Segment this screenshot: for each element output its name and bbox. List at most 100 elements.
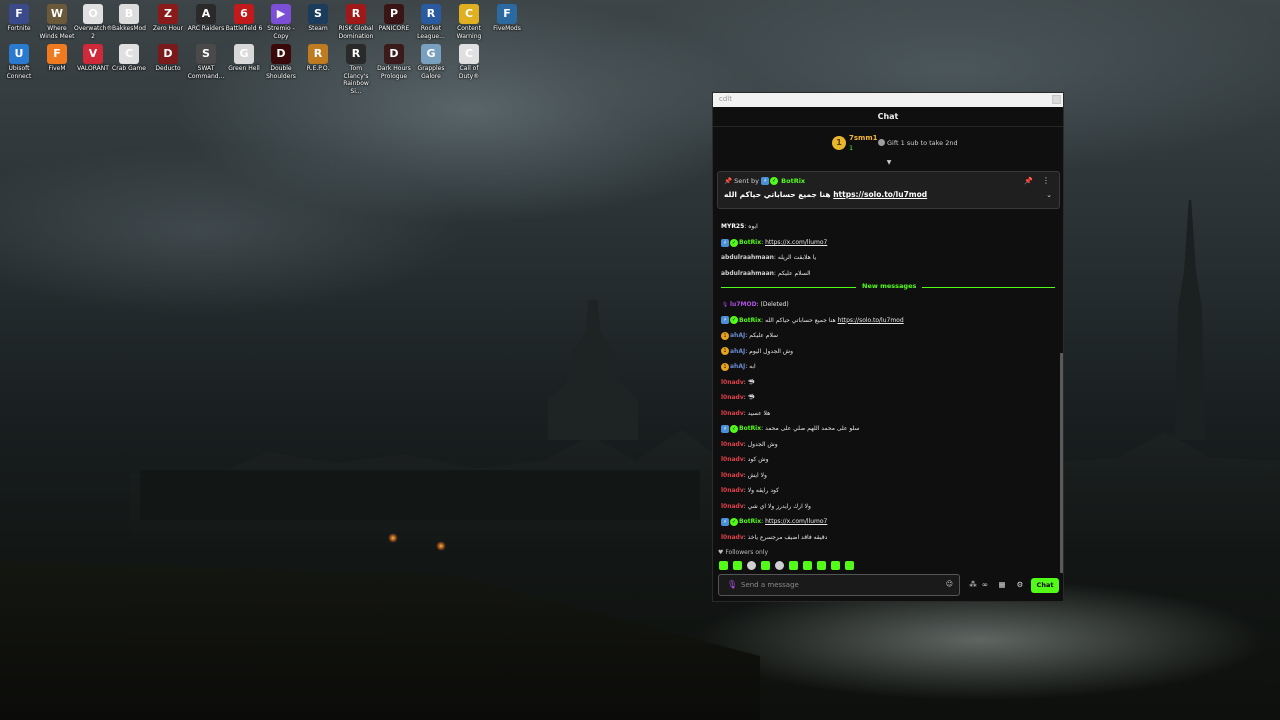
desktop-shortcut[interactable]: G Green Hell	[225, 42, 263, 73]
chat-message[interactable]: l0nadv: ولا ارك رايدرز ولا اي شي	[721, 501, 811, 513]
chat-username[interactable]: l0nadv	[721, 441, 744, 448]
microphone-icon[interactable]: 🎙	[727, 580, 737, 589]
send-chat-button[interactable]: Chat	[1031, 578, 1059, 593]
desktop-shortcut[interactable]: C Call of Duty®	[450, 42, 488, 80]
chat-message[interactable]: 1 ahAJ: وش الجدول اليوم	[721, 346, 793, 358]
chat-message[interactable]: l0nadv: ولا ايش	[721, 470, 767, 482]
chat-username[interactable]: l0nadv	[721, 534, 744, 541]
chat-scrollbar[interactable]	[1060, 353, 1063, 573]
desktop-shortcut[interactable]: G Grapples Galore	[412, 42, 450, 80]
desktop-shortcut[interactable]: A ARC Raiders	[187, 2, 225, 33]
desktop-shortcut[interactable]: C Content Warning	[450, 2, 488, 40]
chat-message-link[interactable]: https://x.com/llumo7	[765, 239, 827, 246]
chat-message-input[interactable]	[741, 578, 941, 592]
desktop-shortcut[interactable]: D Deducto	[149, 42, 187, 73]
chat-message[interactable]: 1 ahAJ: ابه	[721, 361, 756, 373]
unpin-icon[interactable]: 📌	[1024, 177, 1033, 185]
desktop-shortcut[interactable]: O Overwatch® 2	[74, 2, 112, 40]
emote-icon[interactable]	[831, 561, 840, 570]
store-icon[interactable]: ▦	[996, 580, 1008, 589]
chat-input-box[interactable]: 🎙 ☺	[718, 574, 960, 596]
chat-message[interactable]: 🎙 lu7MOD: (Deleted)	[721, 299, 789, 311]
emote-icon[interactable]	[803, 561, 812, 570]
desktop-shortcut[interactable]: B BakkesMod	[110, 2, 148, 33]
chat-username[interactable]: l0nadv	[721, 379, 744, 386]
chat-message[interactable]: 1 ahAJ: سلام عليكم	[721, 330, 778, 342]
desktop-shortcut[interactable]: S Steam	[299, 2, 337, 33]
emote-icon[interactable]	[719, 561, 728, 570]
desktop-shortcut[interactable]: D Dark Hours Prologue	[375, 42, 413, 80]
chat-message[interactable]: ⚡ ✓ BotRix: https://x.com/llumo7	[721, 237, 827, 249]
chat-username[interactable]: MYR25	[721, 223, 744, 230]
emote-icon[interactable]	[817, 561, 826, 570]
chat-username[interactable]: l0nadv	[721, 487, 744, 494]
settings-gear-icon[interactable]: ⚙	[1014, 580, 1026, 589]
emote-icon[interactable]	[845, 561, 854, 570]
chat-message[interactable]: l0nadv: وش الجدول	[721, 439, 778, 451]
emote-icon[interactable]	[789, 561, 798, 570]
desktop-shortcut[interactable]: 6 Battlefield 6	[225, 2, 263, 33]
gift-sub-prompt[interactable]: Gift 1 sub to take 2nd	[887, 139, 958, 147]
chat-username[interactable]: l0nadv	[721, 456, 744, 463]
desktop-shortcut[interactable]: D Double Shoulders	[262, 42, 300, 80]
desktop-shortcut[interactable]: F Fortnite	[0, 2, 38, 33]
chat-message[interactable]: ⚡ ✓ BotRix: هنا جميع حساباتي حياكم الله ht…	[721, 315, 904, 327]
desktop-shortcut[interactable]: R Rocket League...	[412, 2, 450, 40]
collapse-chevron-icon[interactable]: ▼	[885, 160, 893, 166]
desktop-shortcut[interactable]: R R.E.P.O.	[299, 42, 337, 73]
desktop-shortcut[interactable]: U Ubisoft Connect	[0, 42, 38, 80]
chat-username[interactable]: l0nadv	[721, 410, 744, 417]
desktop-shortcut[interactable]: R RISK Global Domination	[337, 2, 375, 40]
pinned-message-link[interactable]: https://solo.to/lu7mod	[833, 190, 927, 199]
chat-username[interactable]: l0nadv	[721, 472, 744, 479]
chat-message[interactable]: l0nadv: 🦈	[721, 392, 755, 404]
leaderboard-username[interactable]: 7smm1	[849, 134, 878, 142]
chat-message[interactable]: l0nadv: هلا عسيد	[721, 408, 770, 420]
chat-username[interactable]: l0nadv	[721, 394, 744, 401]
desktop-shortcut[interactable]: W Where Winds Meet	[38, 2, 76, 40]
chat-message[interactable]: MYR25: ابوه	[721, 221, 758, 233]
chat-username[interactable]: BotRix	[739, 317, 761, 324]
chat-message-list[interactable]: New messages MYR25: ابوه ⚡ ✓ BotRix: https…	[713, 209, 1061, 545]
chat-message-link[interactable]: https://x.com/llumo7	[765, 518, 827, 525]
chat-tools-icon[interactable]: ⁂	[967, 580, 979, 589]
emote-icon[interactable]	[761, 561, 770, 570]
chat-username[interactable]: l0nadv	[721, 503, 744, 510]
chat-username[interactable]: abdulraahmaan	[721, 270, 774, 277]
desktop-shortcut[interactable]: C Crab Game	[110, 42, 148, 73]
more-options-icon[interactable]: ⋮	[1042, 176, 1050, 185]
desktop-shortcut[interactable]: P PANICORE	[375, 2, 413, 33]
chat-message[interactable]: l0nadv: دقيقه فاقد اضيف مرجسرع ياخذ	[721, 532, 827, 544]
window-close-button[interactable]	[1052, 95, 1061, 104]
emote-icon[interactable]	[733, 561, 742, 570]
chat-username[interactable]: BotRix	[739, 239, 761, 246]
chat-message[interactable]: abdulraahmaan: يا هلابقت الريله	[721, 252, 816, 264]
chat-username[interactable]: ahAJ	[730, 332, 745, 339]
desktop-shortcut[interactable]: F FiveM	[38, 42, 76, 73]
emoji-picker-icon[interactable]: ☺	[946, 580, 953, 588]
chat-message[interactable]: abdulraahmaan: السلام عليكم	[721, 268, 811, 280]
desktop-shortcut[interactable]: ▶ Stremio - Copy	[262, 2, 300, 40]
emote-icon[interactable]	[747, 561, 756, 570]
chat-message[interactable]: ⚡ ✓ BotRix: سلو على محمد اللهم صلي على محم…	[721, 423, 860, 435]
window-titlebar[interactable]: cdlt	[713, 93, 1063, 107]
infinity-icon[interactable]: ∞	[979, 580, 991, 589]
emote-icon[interactable]	[775, 561, 784, 570]
chat-username[interactable]: lu7MOD	[730, 301, 757, 308]
desktop-shortcut[interactable]: Z Zero Hour	[149, 2, 187, 33]
chat-message-link[interactable]: https://solo.to/lu7mod	[838, 317, 904, 324]
chat-username[interactable]: abdulraahmaan	[721, 254, 774, 261]
chat-message[interactable]: l0nadv: وش كود	[721, 454, 768, 466]
chat-message[interactable]: l0nadv: كود رايقه ولا	[721, 485, 779, 497]
chat-username[interactable]: ahAJ	[730, 363, 745, 370]
chat-username[interactable]: BotRix	[739, 518, 761, 525]
expand-chevron-icon[interactable]: ⌄	[1046, 191, 1052, 199]
desktop-shortcut[interactable]: S SWAT Command...	[187, 42, 225, 80]
chat-message[interactable]: ⚡ ✓ BotRix: https://x.com/llumo7	[721, 516, 827, 528]
desktop-shortcut[interactable]: V VALORANT	[74, 42, 112, 73]
pinned-sender[interactable]: BotRix	[781, 177, 805, 185]
chat-message[interactable]: l0nadv: 🦈	[721, 377, 755, 389]
chat-username[interactable]: ahAJ	[730, 348, 745, 355]
chat-username[interactable]: BotRix	[739, 425, 761, 432]
desktop-shortcut[interactable]: F FiveMods	[488, 2, 526, 33]
